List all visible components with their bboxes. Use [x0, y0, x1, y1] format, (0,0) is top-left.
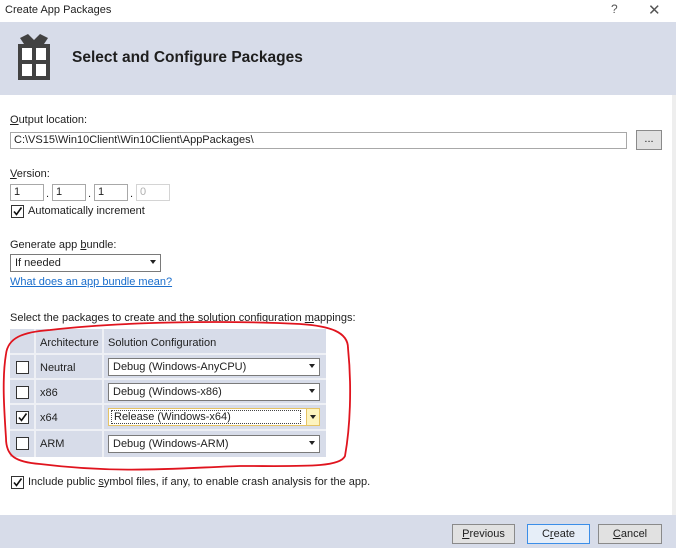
previous-button[interactable]: Previous: [452, 524, 515, 544]
table-row: [10, 380, 36, 405]
package-checkbox-arm[interactable]: [16, 437, 29, 450]
chevron-down-icon: [309, 364, 315, 368]
configuration-value: Release (Windows-x64): [111, 410, 301, 424]
architecture-cell: ARM: [36, 431, 104, 457]
version-separator: .: [88, 188, 92, 200]
version-revision-input: 0: [136, 184, 170, 201]
configuration-select-x64[interactable]: Release (Windows-x64): [108, 408, 320, 426]
cancel-button[interactable]: Cancel: [598, 524, 662, 544]
configuration-select-arm[interactable]: Debug (Windows-ARM): [108, 435, 320, 453]
version-minor-input[interactable]: 1: [52, 184, 86, 201]
dialog-footer: Previous Create Cancel: [0, 515, 676, 548]
version-separator: .: [46, 188, 50, 200]
configuration-cell: Debug (Windows-ARM): [104, 431, 326, 457]
dropdown-button[interactable]: [306, 409, 319, 425]
configuration-cell: Debug (Windows-x86): [104, 380, 326, 405]
configuration-select-x86[interactable]: Debug (Windows-x86): [108, 383, 320, 401]
version-build-input[interactable]: 1: [94, 184, 128, 201]
table-row: [10, 405, 36, 431]
checkmark-icon: [18, 413, 28, 422]
page-title: Select and Configure Packages: [72, 49, 303, 66]
package-mapping-table: Architecture Solution Configuration Neut…: [10, 329, 326, 457]
output-location-label: Output location:: [10, 114, 88, 126]
help-button[interactable]: ?: [611, 2, 618, 16]
include-symbols-label: Include public symbol files, if any, to …: [28, 476, 371, 488]
version-separator: .: [130, 188, 134, 200]
window-title: Create App Packages: [5, 4, 112, 16]
chevron-down-icon: [310, 415, 316, 419]
table-row: [10, 431, 36, 457]
title-bar: Create App Packages ? ✕: [0, 0, 676, 22]
mappings-label: Select the packages to create and the so…: [10, 312, 356, 324]
package-checkbox-x86[interactable]: [16, 386, 29, 399]
chevron-down-icon: [309, 441, 315, 445]
chevron-down-icon: [309, 389, 315, 393]
generate-bundle-select[interactable]: If needed: [10, 254, 161, 272]
close-button[interactable]: ✕: [648, 1, 661, 19]
configuration-cell: Release (Windows-x64): [104, 405, 326, 431]
auto-increment-label: Automatically increment: [28, 205, 145, 217]
architecture-cell: Neutral: [36, 355, 104, 380]
configuration-select-neutral[interactable]: Debug (Windows-AnyCPU): [108, 358, 320, 376]
generate-bundle-value: If needed: [15, 257, 61, 269]
gift-package-icon: [18, 34, 50, 80]
version-label: Version:: [10, 168, 50, 180]
column-header-architecture: Architecture: [36, 329, 104, 355]
auto-increment-checkbox[interactable]: [11, 205, 24, 218]
column-header-select: [10, 329, 36, 355]
browse-button[interactable]: ...: [636, 130, 662, 150]
version-major-input[interactable]: 1: [10, 184, 44, 201]
checkmark-icon: [13, 207, 23, 216]
column-header-configuration: Solution Configuration: [104, 329, 326, 355]
table-row: [10, 355, 36, 380]
include-symbols-checkbox[interactable]: [11, 476, 24, 489]
chevron-down-icon: [150, 260, 156, 264]
architecture-cell: x64: [36, 405, 104, 431]
header-banner: Select and Configure Packages: [0, 22, 676, 95]
app-bundle-help-link[interactable]: What does an app bundle mean?: [10, 276, 172, 288]
package-checkbox-neutral[interactable]: [16, 361, 29, 374]
package-checkbox-x64[interactable]: [16, 411, 29, 424]
configuration-value: Debug (Windows-ARM): [113, 438, 229, 450]
architecture-cell: x86: [36, 380, 104, 405]
configuration-cell: Debug (Windows-AnyCPU): [104, 355, 326, 380]
configuration-value: Debug (Windows-AnyCPU): [113, 361, 247, 373]
create-button[interactable]: Create: [527, 524, 590, 544]
configuration-value: Debug (Windows-x86): [113, 386, 222, 398]
window-edge: [672, 95, 676, 515]
output-location-input[interactable]: C:\VS15\Win10Client\Win10Client\AppPacka…: [10, 132, 627, 149]
checkmark-icon: [13, 478, 23, 487]
generate-bundle-label: Generate app bundle:: [10, 239, 117, 251]
